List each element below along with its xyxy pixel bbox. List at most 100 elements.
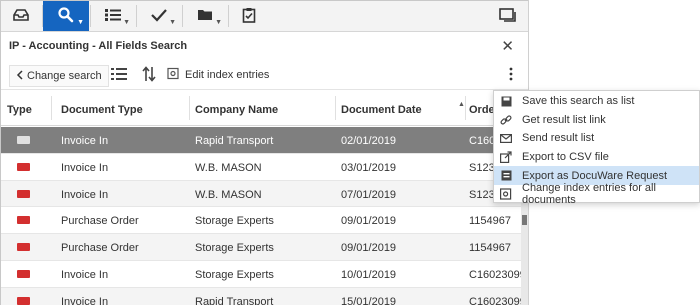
table-header: Type Document Type Company Name Document…	[1, 90, 521, 126]
menu-item-send-result[interactable]: Send result list	[494, 129, 699, 148]
change-search-label: Change search	[27, 70, 102, 82]
edit-index-entries-button[interactable]: Edit index entries	[167, 66, 269, 84]
kebab-menu-icon	[509, 67, 513, 84]
table-body: Invoice In Rapid Transport 02/01/2019 C1…	[1, 127, 521, 305]
column-header-document-type[interactable]: Document Type	[61, 104, 143, 116]
menu-item-label: Save this search as list	[522, 95, 635, 108]
window-toggle-button[interactable]	[492, 1, 524, 31]
menu-item-label: Export as DocuWare Request	[522, 169, 668, 182]
column-divider[interactable]	[335, 96, 336, 120]
sort-button[interactable]	[139, 65, 159, 85]
menu-item-export-csv[interactable]: Export to CSV file	[494, 148, 699, 167]
document-date-cell: 15/01/2019	[341, 295, 397, 305]
order-cell: C16023099	[469, 295, 521, 305]
edit-index-label: Edit index entries	[185, 69, 270, 81]
link-icon	[500, 114, 512, 125]
page-title: IP - Accounting - All Fields Search	[9, 40, 188, 52]
sort-icon	[142, 65, 156, 85]
docuware-icon	[500, 170, 512, 181]
company-name-cell: Storage Experts	[195, 242, 274, 255]
document-date-cell: 09/01/2019	[341, 242, 397, 255]
company-name-cell: Rapid Transport	[195, 295, 274, 305]
result-actions-bar: Change search Edit index entries	[1, 60, 528, 90]
menu-item-change-index-all[interactable]: Change index entries for all documents	[494, 182, 699, 207]
table-row[interactable]: Purchase Order Storage Experts 09/01/201…	[1, 234, 521, 261]
pdf-icon	[17, 162, 30, 171]
change-search-button[interactable]: Change search	[9, 65, 109, 87]
pdf-icon	[17, 243, 30, 252]
table-row[interactable]: Invoice In W.B. MASON 03/01/2019 S1230	[1, 154, 521, 181]
column-divider[interactable]	[465, 96, 466, 120]
folder-icon	[197, 8, 213, 24]
document-type-cell: Purchase Order	[61, 215, 139, 228]
column-divider[interactable]	[189, 96, 190, 120]
menu-item-label: Export to CSV file	[522, 151, 609, 164]
company-name-cell: Rapid Transport	[195, 135, 274, 147]
pdf-icon	[17, 269, 30, 278]
document-date-cell: 03/01/2019	[341, 161, 397, 174]
document-date-cell: 10/01/2019	[341, 268, 397, 281]
order-cell: 1154967	[469, 242, 512, 255]
window-icon	[499, 7, 517, 25]
document-type-cell: Invoice In	[61, 135, 109, 147]
edit-index-icon	[500, 188, 512, 200]
clipboard-button[interactable]	[229, 1, 269, 31]
chevron-down-icon: ▼	[77, 19, 84, 26]
table-row[interactable]: Invoice In Storage Experts 10/01/2019 C1…	[1, 261, 521, 288]
table-row[interactable]: Purchase Order Storage Experts 09/01/201…	[1, 207, 521, 235]
list-icon	[111, 67, 127, 84]
column-header-document-date[interactable]: Document Date	[341, 104, 422, 116]
chevron-down-icon: ▼	[123, 19, 130, 26]
clipboard-icon	[242, 7, 256, 26]
column-header-company-name[interactable]: Company Name	[195, 104, 278, 116]
menu-item-save-search[interactable]: Save this search as list	[494, 92, 699, 111]
tray-icon	[12, 8, 30, 25]
menu-item-label: Get result list link	[522, 113, 606, 126]
top-toolbar: ▼ ▼ ▼ ▼	[1, 1, 528, 32]
envelope-icon	[500, 133, 512, 144]
scrollbar-thumb[interactable]	[522, 215, 527, 225]
table-row[interactable]: Invoice In Rapid Transport 15/01/2019 C1…	[1, 287, 521, 305]
pdf-icon	[17, 189, 30, 198]
inbox-button[interactable]	[1, 1, 41, 31]
search-icon	[57, 6, 75, 27]
menu-item-label: Change index entries for all documents	[522, 182, 656, 207]
document-type-cell: Invoice In	[61, 188, 109, 201]
close-icon[interactable]: ✕	[501, 37, 514, 55]
company-name-cell: Storage Experts	[195, 268, 274, 281]
column-divider[interactable]	[51, 96, 52, 120]
checkmark-icon	[150, 8, 168, 25]
document-date-cell: 07/01/2019	[341, 188, 397, 201]
document-type-cell: Invoice In	[61, 268, 109, 281]
menu-item-label: Send result list	[522, 132, 595, 145]
chevron-down-icon: ▼	[215, 19, 222, 26]
save-icon	[500, 96, 512, 107]
document-type-cell: Purchase Order	[61, 242, 139, 255]
chevron-left-icon	[16, 69, 23, 83]
more-options-button[interactable]	[504, 67, 518, 83]
sort-ascending-icon: ▲	[458, 101, 465, 108]
table-row[interactable]: Invoice In W.B. MASON 07/01/2019 S1230	[1, 180, 521, 208]
search-tab-button[interactable]: ▼	[43, 1, 89, 31]
company-name-cell: W.B. MASON	[195, 161, 262, 174]
menu-item-get-link[interactable]: Get result list link	[494, 111, 699, 130]
column-list-button[interactable]	[109, 66, 129, 84]
file-cabinet-button[interactable]: ▼	[183, 1, 227, 31]
order-cell: C16023099	[469, 268, 521, 281]
document-date-cell: 09/01/2019	[341, 215, 397, 228]
document-date-cell: 02/01/2019	[341, 135, 397, 147]
pdf-icon	[17, 296, 30, 305]
result-list-button[interactable]: ▼	[91, 1, 135, 31]
edit-index-icon	[167, 67, 180, 83]
table-row[interactable]: Invoice In Rapid Transport 02/01/2019 C1…	[1, 127, 521, 154]
company-name-cell: W.B. MASON	[195, 188, 262, 201]
panel-header: IP - Accounting - All Fields Search ✕	[1, 32, 528, 60]
more-options-menu: Save this search as list Get result list…	[493, 90, 700, 207]
tasks-button[interactable]: ▼	[137, 1, 181, 31]
column-header-type[interactable]: Type	[7, 104, 32, 116]
export-icon	[500, 151, 512, 164]
list-icon	[104, 8, 122, 25]
pdf-icon	[17, 136, 30, 144]
chevron-down-icon: ▼	[169, 19, 176, 26]
order-cell: 1154967	[469, 215, 512, 228]
